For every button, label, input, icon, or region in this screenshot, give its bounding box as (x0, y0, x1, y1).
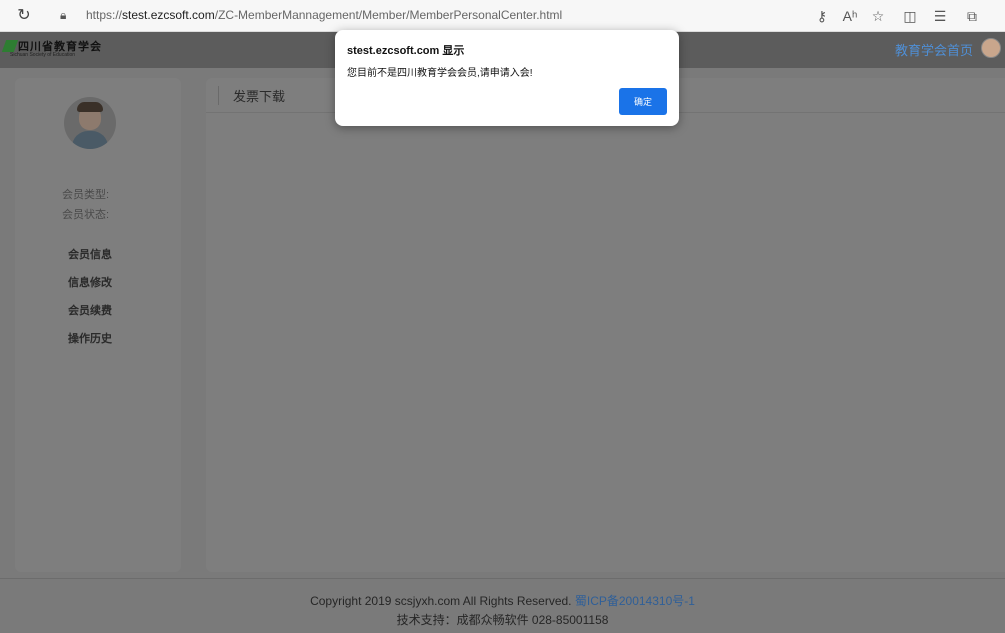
footer: Copyright 2019 scsjyxh.com All Rights Re… (0, 578, 1005, 633)
member-sidebar: 会员类型: 会员状态: 会员信息 信息修改 会员续费 操作历史 (15, 78, 181, 572)
member-avatar (64, 97, 116, 149)
menu-renew-membership[interactable]: 会员续费 (68, 302, 112, 318)
logo-subtitle: Sichuan Society of Education (10, 52, 76, 58)
logo-mark-icon (1, 40, 19, 52)
ok-button[interactable]: 确定 (619, 88, 667, 115)
avatar-hair (77, 102, 103, 112)
url-text: https://stest.ezcsoft.com/ZC-MemberManna… (86, 8, 563, 22)
favorites-list-icon[interactable]: ☰ (930, 6, 950, 26)
footer-support: 技术支持：成都众畅软件 028-85001158 (396, 613, 609, 627)
favorite-star-icon[interactable]: ☆ (868, 6, 888, 26)
home-link[interactable]: 教育学会首页 (895, 40, 973, 59)
page-body: 会员类型: 会员状态: 会员信息 信息修改 会员续费 操作历史 发票下载 Cop… (0, 68, 1005, 633)
menu-member-info[interactable]: 会员信息 (68, 246, 112, 262)
split-screen-icon[interactable]: ◫ (900, 6, 920, 26)
avatar-body (72, 131, 108, 149)
dialog-message: 您目前不是四川教育学会会员,请申请入会! (347, 68, 533, 79)
browser-toolbar: ↻ 🔒︎ https://stest.ezcsoft.com/ZC-Member… (0, 0, 1005, 32)
read-aloud-icon[interactable]: Aʰ (840, 6, 860, 26)
menu-operation-history[interactable]: 操作历史 (68, 330, 112, 346)
member-type-label: 会员类型: (62, 189, 110, 201)
footer-copyright: Copyright 2019 scsjyxh.com All Rights Re… (0, 592, 1005, 609)
icp-link[interactable]: 蜀ICP备20014310号-1 (575, 594, 695, 608)
page-title: 发票下载 (218, 86, 285, 105)
collections-icon[interactable]: ⧉ (962, 6, 982, 26)
copyright-text: Copyright 2019 scsjyxh.com All Rights Re… (310, 594, 572, 608)
dialog-title: stest.ezcsoft.com 显示 (347, 45, 465, 57)
key-icon[interactable]: ⚷ (812, 6, 832, 26)
member-status-label: 会员状态: (62, 209, 110, 221)
address-bar[interactable]: 🔒︎ https://stest.ezcsoft.com/ZC-MemberMa… (50, 3, 790, 29)
reload-icon[interactable]: ↻ (14, 6, 34, 26)
menu-edit-info[interactable]: 信息修改 (68, 274, 112, 290)
user-avatar-icon[interactable] (981, 38, 1001, 58)
main-content: 发票下载 (206, 78, 1005, 572)
alert-dialog: stest.ezcsoft.com 显示 您目前不是四川教育学会会员,请申请入会… (335, 30, 679, 126)
lock-icon[interactable]: 🔒︎ (60, 8, 66, 23)
